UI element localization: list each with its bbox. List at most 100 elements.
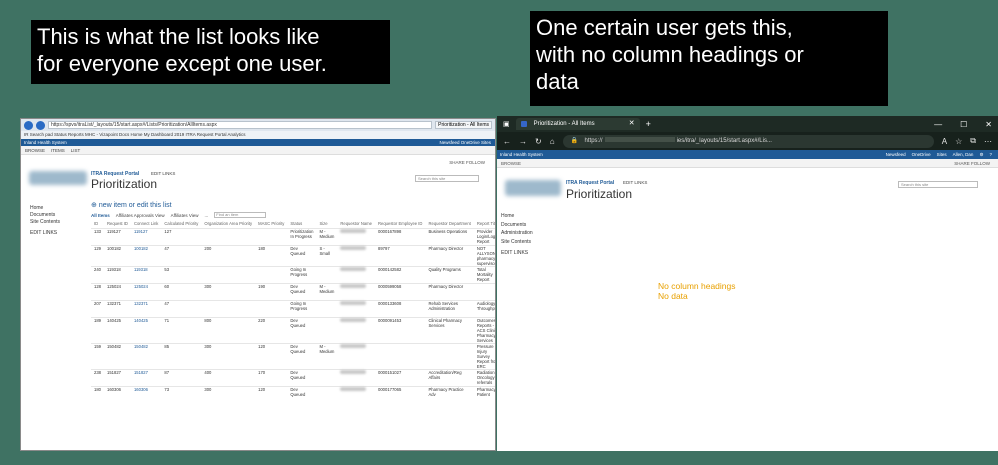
refresh-icon[interactable]: ↻ [535, 137, 542, 146]
table-cell[interactable]: 160306 [131, 386, 161, 403]
annotation-line-2: No data [658, 291, 688, 301]
favorites-icon[interactable]: ☆ [955, 137, 962, 146]
forward-icon[interactable]: → [519, 137, 527, 146]
table-cell: 0000142582 [378, 266, 402, 272]
address-bar[interactable]: 🔒 https:// ies/itra/_layouts/15/start.asp… [562, 134, 934, 148]
tab-actions-icon[interactable]: ▣ [503, 120, 510, 128]
ribbon-tab-items[interactable]: ITEMS [51, 146, 65, 154]
new-item-link[interactable]: ⊕ new item or edit this list [91, 201, 172, 209]
column-header[interactable]: ID [91, 219, 104, 228]
column-header[interactable]: Organization Area Priority [201, 219, 255, 228]
suite-newsfeed[interactable]: Newsfeed [886, 150, 906, 159]
nav-item-home[interactable]: Home [501, 212, 533, 221]
browser-tab[interactable]: Prioritization - All Items ✕ [515, 118, 640, 130]
table-row[interactable]: 128 125024 125024 60 300 190 Dev Queued M - Med… [91, 283, 495, 300]
column-header[interactable]: Connect Link [131, 219, 161, 228]
favorites-bar[interactable]: IR Search pad Status Reports MHC - Vizap… [21, 131, 495, 139]
nav-edit-links[interactable]: EDIT LINKS [30, 230, 60, 237]
table-row[interactable]: 159 150482 150482 85 300 120 Dev Queued M - Med… [91, 343, 495, 369]
nav-item-documents[interactable]: Documents [30, 212, 60, 219]
browser-tab[interactable]: Prioritization - All Items [435, 121, 492, 129]
view-all-items[interactable]: All Items [91, 213, 110, 218]
column-header[interactable]: Requestor Name [337, 219, 375, 228]
share-follow[interactable]: SHARE FOLLOW [449, 160, 485, 165]
new-tab-icon[interactable]: + [646, 119, 651, 129]
column-header[interactable]: MASC Priority [255, 219, 287, 228]
close-window-icon[interactable]: ✕ [985, 120, 992, 129]
ribbon-tab-browse[interactable]: BROWSE [25, 146, 45, 154]
suite-sites[interactable]: Sites [937, 150, 947, 159]
search-input[interactable]: Search this site [415, 175, 479, 182]
forward-icon[interactable] [36, 120, 45, 130]
table-row[interactable]: 180 160306 160306 73 300 120 Dev Queued 0000177… [91, 386, 495, 403]
table-row[interactable]: 240 119318 119318 53 Going In Progress 000014… [91, 266, 495, 283]
lock-icon: 🔒 [570, 137, 579, 144]
maximize-icon[interactable]: ☐ [960, 120, 967, 129]
back-icon[interactable] [24, 120, 33, 130]
page-title: Prioritization [91, 177, 158, 191]
table-row[interactable]: 189 140425 140425 71 800 220 Dev Queued 0000091… [91, 317, 495, 343]
nav-item-site-contents[interactable]: Site Contents [501, 238, 533, 247]
table-cell [316, 369, 337, 386]
extensions-icon[interactable]: ⧉ [970, 136, 976, 146]
column-header[interactable]: Requestor Employee ID [375, 219, 425, 228]
caption-right-line-1: One certain user gets this, [536, 15, 793, 40]
table-cell[interactable]: 119127 [131, 228, 161, 245]
table-cell [316, 386, 337, 403]
table-cell [337, 266, 375, 283]
edit-links-top[interactable]: EDIT LINKS [151, 171, 175, 176]
new-item-label[interactable]: new item or edit this list [99, 202, 172, 209]
table-cell: NOT ALLYSON'S pharmacy supervisor [476, 245, 496, 266]
view-affiliates-approvals[interactable]: Affiliates Approvals View [116, 213, 165, 218]
suite-user[interactable]: Allen, Dan [953, 150, 974, 159]
nav-item-site-contents[interactable]: Site Contents [30, 219, 60, 226]
address-bar[interactable]: https://spvs/itraList/_layouts/15/start.… [48, 121, 433, 129]
table-cell[interactable]: 132371 [131, 300, 161, 317]
minimize-icon[interactable]: — [934, 120, 942, 129]
url-redaction [604, 137, 675, 143]
table-row[interactable]: 133 119127 119127 127 Prioritization In Prog… [91, 228, 495, 245]
nav-item-documents[interactable]: Documents [501, 221, 533, 230]
table-cell[interactable]: 100182 [131, 245, 161, 266]
table-cell[interactable]: 125024 [131, 283, 161, 300]
settings-more-icon[interactable]: ⋯ [984, 137, 992, 146]
table-row[interactable]: 207 132371 132371 47 Going In Progress 000013… [91, 300, 495, 317]
find-item-input[interactable]: Find an item [214, 212, 267, 218]
suite-brand[interactable]: Inland Health System [500, 150, 543, 159]
nav-edit-links[interactable]: EDIT LINKS [501, 249, 533, 258]
table-row[interactable]: 238 151827 151827 87 400 170 Dev Queued 0000151… [91, 369, 495, 386]
back-icon[interactable]: ← [503, 137, 511, 146]
suite-onedrive[interactable]: OneDrive [912, 150, 931, 159]
home-icon[interactable]: ⌂ [550, 137, 555, 146]
view-affiliates[interactable]: Affiliates View [171, 213, 199, 218]
ribbon-tab-list[interactable]: LIST [71, 146, 81, 154]
ribbon-tab-browse[interactable]: BROWSE [501, 159, 521, 167]
suite-links[interactable]: Newsfeed OneDrive Sites [439, 139, 491, 146]
column-header[interactable]: Status [287, 219, 316, 228]
edit-links-top[interactable]: EDIT LINKS [623, 180, 647, 185]
close-tab-icon[interactable]: ✕ [629, 118, 635, 130]
table-cell: 238 [94, 369, 101, 375]
column-header[interactable]: Calculated Priority [161, 219, 201, 228]
table-cell: M - Medium [319, 343, 335, 354]
column-header[interactable]: Requestor Department [425, 219, 473, 228]
column-header[interactable]: Size [316, 219, 337, 228]
nav-item-administration[interactable]: Administration [501, 229, 533, 238]
column-header[interactable]: Report Title [474, 219, 495, 228]
table-cell[interactable]: 119318 [131, 266, 161, 283]
table-cell[interactable]: 151827 [131, 369, 161, 386]
table-cell: 0000167898 [378, 228, 402, 234]
gear-icon[interactable]: ⚙ [979, 150, 983, 159]
table-cell[interactable]: 140425 [131, 317, 161, 343]
view-more[interactable]: ... [205, 213, 209, 218]
suite-brand[interactable]: Inland Health System [24, 139, 67, 146]
table-cell[interactable]: 150482 [131, 343, 161, 369]
search-input[interactable]: Search this site [898, 181, 978, 188]
table-row[interactable]: 129 100182 100182 47 200 180 Dev Queued S - Sma… [91, 245, 496, 266]
portal-link[interactable]: ITRA Request Portal [566, 180, 614, 186]
share-follow[interactable]: SHARE FOLLOW [954, 159, 990, 167]
help-icon[interactable]: ? [989, 150, 992, 159]
nav-item-home[interactable]: Home [30, 205, 60, 212]
read-aloud-icon[interactable]: A [942, 137, 947, 146]
column-header[interactable]: Request ID [104, 219, 131, 228]
